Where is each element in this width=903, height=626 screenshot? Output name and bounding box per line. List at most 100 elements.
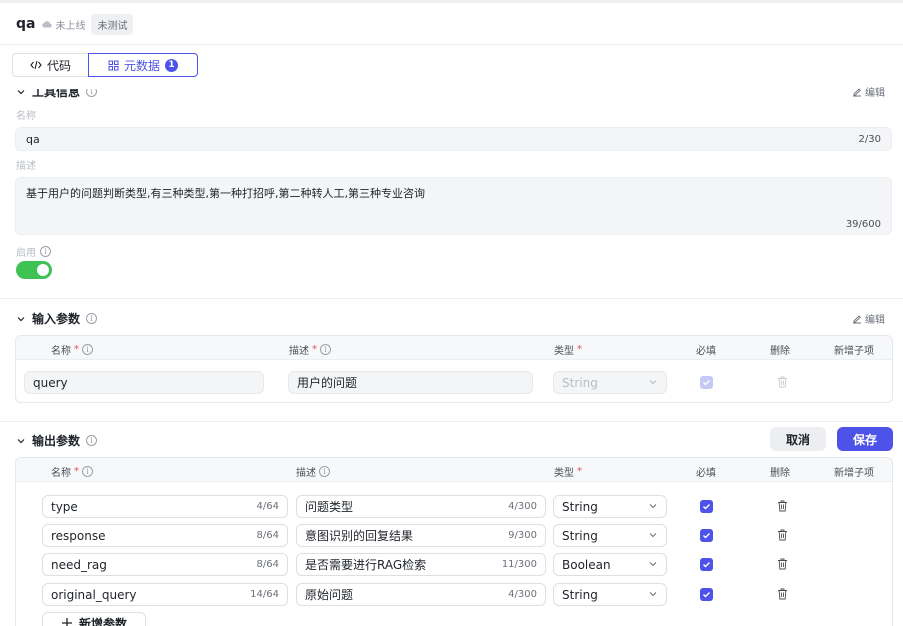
desc-field[interactable]: 基于用户的问题判断类型,有三种类型,第一种打招呼,第二种转人工,第三种专业咨询 …	[15, 177, 892, 235]
col-desc: 描述 * i	[289, 342, 331, 357]
edit-icon	[853, 87, 861, 96]
name-field-value: qa	[26, 133, 40, 146]
col-delete: 删除	[770, 346, 790, 357]
tab-code[interactable]: 代码	[12, 53, 88, 77]
col-add-child: 新增子项	[834, 346, 874, 357]
trash-icon[interactable]	[777, 376, 788, 388]
output-param-type-select[interactable]: String	[553, 583, 667, 606]
trash-icon[interactable]	[777, 588, 788, 600]
output-params-header[interactable]: 输出参数 i	[16, 432, 98, 449]
input-params-table-header: 名称 * i 描述 * i 类型 * 必填 删除 新增子项	[16, 336, 892, 360]
output-param-name-value: type	[51, 499, 78, 514]
check-icon	[703, 562, 710, 568]
cancel-button[interactable]: 取消	[770, 427, 826, 451]
output-param-type-value: String	[562, 528, 598, 543]
output-param-required-checkbox[interactable]	[700, 500, 713, 513]
tool-info-header[interactable]: 工具信息 i	[16, 85, 98, 100]
chevron-down-icon	[17, 89, 25, 94]
tool-info-edit-button[interactable]: 编辑	[852, 84, 885, 99]
name-field-counter: 2/30	[858, 134, 881, 145]
trash-icon[interactable]	[777, 558, 788, 570]
input-params-table: 名称 * i 描述 * i 类型 * 必填 删除 新增子项 query 用户的问题 Str…	[15, 335, 893, 403]
trash-icon[interactable]	[777, 529, 788, 541]
output-param-required-checkbox[interactable]	[700, 529, 713, 542]
chevron-down-icon	[649, 533, 657, 538]
output-param-name[interactable]: need_rag 8/64	[42, 553, 288, 576]
input-param-type-value: String	[562, 375, 598, 390]
info-icon: i	[86, 89, 98, 97]
output-param-type-value: Boolean	[562, 557, 611, 572]
output-param-desc-counter: 9/300	[508, 530, 537, 541]
add-param-button[interactable]: 新增参数	[42, 612, 146, 626]
chevron-down-icon	[649, 592, 657, 597]
output-param-desc-counter: 11/300	[501, 559, 537, 570]
output-param-required-checkbox[interactable]	[700, 588, 713, 601]
input-params-edit-button[interactable]: 编辑	[852, 311, 885, 326]
output-param-type-select[interactable]: Boolean	[553, 553, 667, 576]
desc-field-counter: 39/600	[845, 219, 881, 230]
output-param-desc-value: 问题类型	[305, 500, 354, 514]
cloud-icon	[42, 21, 53, 28]
check-icon	[703, 533, 710, 539]
output-param-desc-counter: 4/300	[508, 501, 537, 512]
output-param-required-checkbox[interactable]	[700, 558, 713, 571]
tool-header: qa 未上线 未测试	[16, 13, 134, 35]
col-add-child: 新增子项	[834, 468, 874, 479]
chevron-down-icon	[649, 504, 657, 509]
input-param-type-select[interactable]: String	[553, 371, 667, 394]
name-field-label: 名称	[16, 111, 36, 122]
tab-metadata[interactable]: 元数据 1	[88, 53, 198, 77]
trash-icon[interactable]	[777, 500, 788, 512]
output-param-name-value: need_rag	[51, 557, 107, 572]
enable-toggle[interactable]	[16, 261, 52, 279]
info-icon: i	[86, 435, 98, 446]
input-param-required-checkbox[interactable]	[700, 376, 713, 389]
desc-field-value: 基于用户的问题判断类型,有三种类型,第一种打招呼,第二种转人工,第三种专业咨询	[26, 187, 425, 200]
chevron-down-icon	[649, 562, 657, 567]
input-param-name-value: query	[33, 375, 68, 390]
output-param-name-counter: 8/64	[256, 559, 279, 570]
info-icon: i	[319, 466, 330, 477]
check-icon	[703, 504, 710, 510]
save-button[interactable]: 保存	[837, 427, 893, 451]
plus-icon	[61, 618, 72, 626]
enable-label-text: 启用	[16, 248, 36, 259]
output-param-type-select[interactable]: String	[553, 524, 667, 547]
section-divider	[0, 298, 903, 299]
name-field[interactable]: qa 2/30	[15, 127, 892, 151]
output-param-desc[interactable]: 原始问题 4/300	[296, 583, 546, 606]
output-param-name[interactable]: type 4/64	[42, 495, 288, 518]
tool-info-title: 工具信息	[32, 85, 81, 99]
info-icon: i	[320, 344, 331, 355]
col-required: 必填	[696, 346, 716, 357]
add-param-label: 新增参数	[78, 616, 127, 626]
input-params-header[interactable]: 输入参数 i	[16, 310, 98, 327]
output-param-desc[interactable]: 问题类型 4/300	[296, 495, 546, 518]
desc-field-label: 描述	[16, 161, 36, 172]
output-param-type-value: String	[562, 587, 598, 602]
output-param-type-value: String	[562, 499, 598, 514]
metadata-grid-icon	[108, 60, 119, 70]
code-icon	[30, 60, 42, 70]
edit-icon	[853, 314, 861, 323]
output-param-name-counter: 14/64	[250, 589, 279, 600]
output-param-desc[interactable]: 是否需要进行RAG检索 11/300	[296, 553, 546, 576]
output-param-name-counter: 4/64	[256, 501, 279, 512]
col-name: 名称 * i	[51, 342, 93, 357]
check-icon	[703, 380, 710, 386]
view-tabs: 代码 元数据 1	[12, 53, 198, 77]
input-param-desc[interactable]: 用户的问题	[288, 371, 533, 394]
enable-label: 启用 i	[16, 244, 51, 259]
input-params-title: 输入参数	[32, 312, 81, 326]
col-desc: 描述 i	[296, 464, 330, 479]
output-param-desc[interactable]: 意图识别的回复结果 9/300	[296, 524, 546, 547]
output-params-title: 输出参数	[32, 434, 81, 448]
input-param-name[interactable]: query	[24, 371, 264, 394]
tool-title: qa	[16, 16, 36, 32]
output-param-name[interactable]: response 8/64	[42, 524, 288, 547]
output-param-type-select[interactable]: String	[553, 495, 667, 518]
output-param-desc-value: 原始问题	[305, 588, 354, 602]
output-param-name[interactable]: original_query 14/64	[42, 583, 288, 606]
toggle-knob	[37, 264, 49, 276]
input-param-desc-value: 用户的问题	[297, 376, 358, 390]
